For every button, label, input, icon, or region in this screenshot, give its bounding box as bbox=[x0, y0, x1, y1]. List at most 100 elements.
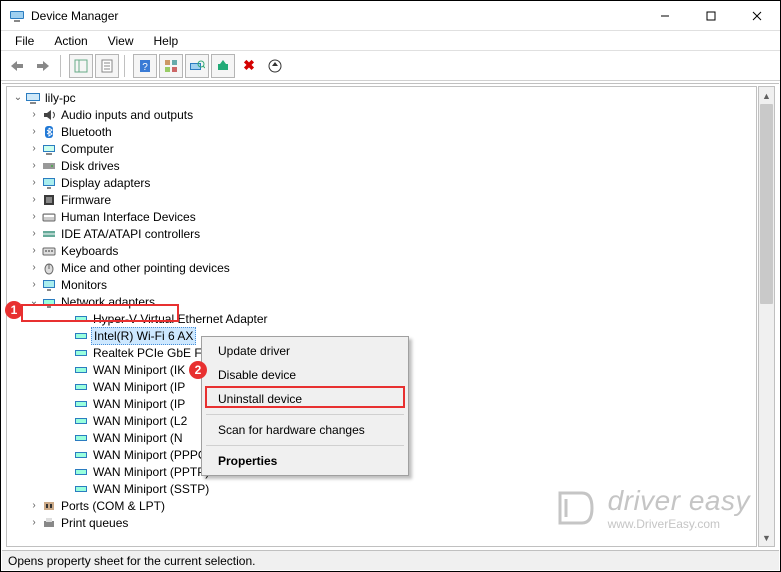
menu-help[interactable]: Help bbox=[144, 32, 189, 50]
tree-item[interactable]: › Print queues bbox=[7, 514, 756, 531]
tree-item-label: Realtek PCIe GbE F bbox=[93, 345, 202, 361]
tree-item[interactable]: ·WAN Miniport (SSTP) bbox=[7, 480, 756, 497]
forward-button[interactable] bbox=[31, 54, 55, 78]
tree-item-label: IDE ATA/ATAPI controllers bbox=[61, 226, 200, 242]
tree-item-label: Bluetooth bbox=[61, 124, 112, 140]
device-tree[interactable]: ⌄ lily-pc › Audio inputs and outputs › Blu… bbox=[6, 86, 757, 547]
network-adapter-icon bbox=[73, 396, 89, 412]
scroll-thumb[interactable] bbox=[760, 104, 773, 304]
ports-icon bbox=[41, 498, 57, 514]
tree-item-label: WAN Miniport (PPTP) bbox=[93, 464, 209, 480]
expander-closed-icon[interactable]: › bbox=[27, 141, 41, 157]
expander-closed-icon[interactable]: › bbox=[27, 158, 41, 174]
maximize-button[interactable] bbox=[688, 1, 734, 31]
tree-item[interactable]: › Audio inputs and outputs bbox=[7, 106, 756, 123]
status-text: Opens property sheet for the current sel… bbox=[8, 554, 255, 568]
tree-item-network-adapters[interactable]: ⌄ Network adapters bbox=[7, 293, 756, 310]
tree-item[interactable]: › IDE ATA/ATAPI controllers bbox=[7, 225, 756, 242]
tree-item[interactable]: › Keyboards bbox=[7, 242, 756, 259]
toolbar-separator bbox=[124, 55, 128, 77]
back-button[interactable] bbox=[5, 54, 29, 78]
close-button[interactable] bbox=[734, 1, 780, 31]
tree-item[interactable]: › Firmware bbox=[7, 191, 756, 208]
add-legacy-button[interactable] bbox=[211, 54, 235, 78]
menu-file[interactable]: File bbox=[5, 32, 44, 50]
mouse-icon bbox=[41, 260, 57, 276]
expander-closed-icon[interactable]: › bbox=[27, 498, 41, 514]
tree-item-label: Intel(R) Wi-Fi 6 AX bbox=[91, 327, 196, 345]
expander-closed-icon[interactable]: › bbox=[27, 226, 41, 242]
disk-icon bbox=[41, 158, 57, 174]
tree-item-label: Disk drives bbox=[61, 158, 120, 174]
menu-bar: File Action View Help bbox=[1, 31, 780, 51]
context-menu: Update driver Disable device Uninstall d… bbox=[201, 336, 409, 476]
expander-closed-icon[interactable]: › bbox=[27, 124, 41, 140]
tree-item[interactable]: › Computer bbox=[7, 140, 756, 157]
tree-item-label: Computer bbox=[61, 141, 114, 157]
expander-open-icon[interactable]: ⌄ bbox=[11, 90, 25, 106]
ide-icon bbox=[41, 226, 57, 242]
network-adapter-icon bbox=[73, 481, 89, 497]
expander-closed-icon[interactable]: › bbox=[27, 260, 41, 276]
minimize-button[interactable] bbox=[642, 1, 688, 31]
tree-item[interactable]: ·Hyper-V Virtual Ethernet Adapter bbox=[7, 310, 756, 327]
vertical-scrollbar[interactable]: ▲ ▼ bbox=[758, 86, 775, 547]
scan-hardware-button[interactable] bbox=[185, 54, 209, 78]
toolbar: ? ✖ bbox=[1, 51, 780, 81]
expander-closed-icon[interactable]: › bbox=[27, 192, 41, 208]
expander-closed-icon[interactable]: › bbox=[27, 277, 41, 293]
tree-item[interactable]: ›Mice and other pointing devices bbox=[7, 259, 756, 276]
scroll-down-icon[interactable]: ▼ bbox=[759, 529, 774, 546]
show-hide-tree-button[interactable] bbox=[69, 54, 93, 78]
network-adapter-icon bbox=[73, 430, 89, 446]
tree-item[interactable]: › Bluetooth bbox=[7, 123, 756, 140]
tree-item-label: Display adapters bbox=[61, 175, 150, 191]
tree-item-label: Network adapters bbox=[61, 294, 155, 310]
network-adapter-icon bbox=[73, 362, 89, 378]
devices-by-type-button[interactable] bbox=[159, 54, 183, 78]
help-button[interactable]: ? bbox=[133, 54, 157, 78]
tree-item-label: WAN Miniport (SSTP) bbox=[93, 481, 209, 497]
keyboard-icon bbox=[41, 243, 57, 259]
expander-open-icon[interactable]: ⌄ bbox=[27, 294, 41, 310]
tree-root[interactable]: ⌄ lily-pc bbox=[7, 89, 756, 106]
update-driver-button[interactable] bbox=[263, 54, 287, 78]
tree-item[interactable]: › Monitors bbox=[7, 276, 756, 293]
tree-item-label: Audio inputs and outputs bbox=[61, 107, 193, 123]
expander-closed-icon[interactable]: › bbox=[27, 243, 41, 259]
menu-view[interactable]: View bbox=[98, 32, 144, 50]
menu-item-update-driver[interactable]: Update driver bbox=[204, 339, 406, 363]
expander-closed-icon[interactable]: › bbox=[27, 209, 41, 225]
tree-item-label: Print queues bbox=[61, 515, 128, 531]
monitor-icon bbox=[41, 277, 57, 293]
menu-item-uninstall-device[interactable]: Uninstall device bbox=[204, 387, 406, 411]
tree-item[interactable]: › Disk drives bbox=[7, 157, 756, 174]
tree-item[interactable]: › Human Interface Devices bbox=[7, 208, 756, 225]
computer-icon bbox=[41, 141, 57, 157]
tree-item[interactable]: › Ports (COM & LPT) bbox=[7, 497, 756, 514]
tree-item-label: Human Interface Devices bbox=[61, 209, 196, 225]
menu-item-scan-hardware[interactable]: Scan for hardware changes bbox=[204, 418, 406, 442]
toolbar-separator bbox=[60, 55, 64, 77]
properties-button[interactable] bbox=[95, 54, 119, 78]
network-icon bbox=[41, 294, 57, 310]
expander-closed-icon[interactable]: › bbox=[27, 515, 41, 531]
tree-item[interactable]: › Display adapters bbox=[7, 174, 756, 191]
menu-item-properties[interactable]: Properties bbox=[204, 449, 406, 473]
tree-item-label: Firmware bbox=[61, 192, 111, 208]
main-content: ⌄ lily-pc › Audio inputs and outputs › Blu… bbox=[2, 83, 779, 549]
uninstall-button[interactable]: ✖ bbox=[237, 54, 261, 78]
tree-item-label: Monitors bbox=[61, 277, 107, 293]
tree-root-label: lily-pc bbox=[45, 90, 76, 106]
tree-item-label: Hyper-V Virtual Ethernet Adapter bbox=[93, 311, 268, 327]
tree-item-label: Ports (COM & LPT) bbox=[61, 498, 165, 514]
menu-item-disable-device[interactable]: Disable device bbox=[204, 363, 406, 387]
expander-closed-icon[interactable]: › bbox=[27, 107, 41, 123]
display-icon bbox=[41, 175, 57, 191]
tree-item-label: Keyboards bbox=[61, 243, 118, 259]
tree-item-label: WAN Miniport (IP bbox=[93, 379, 185, 395]
expander-closed-icon[interactable]: › bbox=[27, 175, 41, 191]
bluetooth-icon bbox=[41, 124, 57, 140]
menu-action[interactable]: Action bbox=[44, 32, 97, 50]
scroll-up-icon[interactable]: ▲ bbox=[759, 87, 774, 104]
